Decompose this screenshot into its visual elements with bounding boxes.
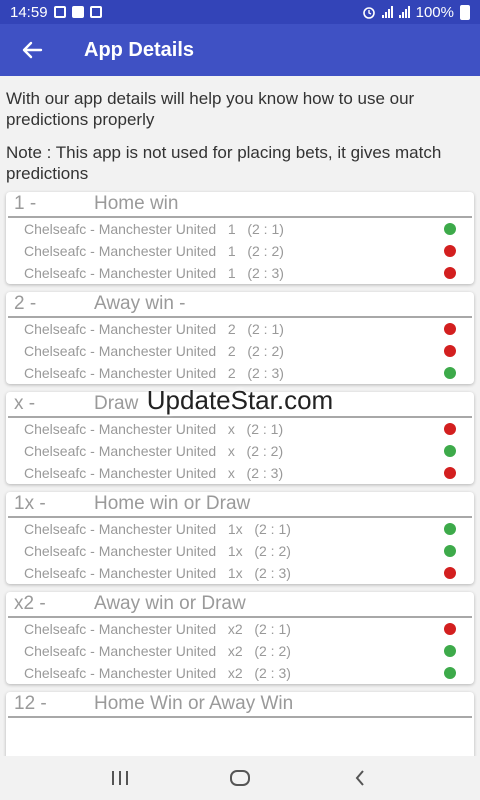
result-status-dot (444, 545, 456, 557)
prediction-row: Chelseafc - Manchester United x2 (2 : 3) (6, 662, 474, 684)
home-button[interactable] (220, 758, 260, 798)
card-code: 1x - (14, 493, 46, 514)
match-prediction-text: Chelseafc - Manchester United 1x (2 : 1) (24, 521, 291, 537)
prediction-row: Chelseafc - Manchester United x (2 : 3) (6, 462, 474, 484)
result-status-dot (444, 245, 456, 257)
prediction-row: Chelseafc - Manchester United x2 (2 : 2) (6, 640, 474, 662)
result-status-dot (444, 567, 456, 579)
prediction-row: Chelseafc - Manchester United 2 (2 : 2) (6, 340, 474, 362)
result-status-dot (444, 523, 456, 535)
card-header: 1x - Home win or Draw (8, 492, 472, 518)
match-prediction-text: Chelseafc - Manchester United 1x (2 : 3) (24, 565, 291, 581)
calendar-notification-icon (89, 6, 102, 18)
prediction-card: 2 - Away win - Chelseafc - Manchester Unit… (6, 292, 474, 384)
system-nav-bar (0, 756, 480, 800)
mail-notification-icon (71, 6, 84, 18)
card-code: 1 - (14, 193, 37, 214)
card-title: Away win or Draw (94, 593, 246, 614)
back-button[interactable] (0, 24, 64, 76)
prediction-card: 1x - Home win or Draw Chelseafc - Manchest… (6, 492, 474, 584)
prediction-row: Chelseafc - Manchester United 2 (2 : 3) (6, 362, 474, 384)
card-title: Home Win or Away Win (94, 693, 294, 714)
prediction-row: Chelseafc - Manchester United 1 (2 : 3) (6, 262, 474, 284)
details-content[interactable]: With our app details will help you know … (0, 76, 480, 756)
prediction-row: Chelseafc - Manchester United x (2 : 1) (6, 418, 474, 440)
signal-1-icon (381, 6, 393, 18)
result-status-dot (444, 445, 456, 457)
card-code: x - (14, 393, 36, 414)
result-status-dot (444, 623, 456, 635)
battery-icon (460, 4, 470, 20)
result-status-dot (444, 345, 456, 357)
match-prediction-text: Chelseafc - Manchester United x (2 : 3) (24, 465, 284, 481)
card-title: Draw (94, 393, 139, 414)
card-header: 1 - Home win (8, 192, 472, 218)
match-prediction-text: Chelseafc - Manchester United x2 (2 : 3) (24, 665, 291, 681)
match-prediction-text: Chelseafc - Manchester United x (2 : 1) (24, 421, 284, 437)
result-status-dot (444, 367, 456, 379)
prediction-row: Chelseafc - Manchester United 1 (2 : 2) (6, 240, 474, 262)
prediction-row: Chelseafc - Manchester United 1x (2 : 1) (6, 518, 474, 540)
status-left: 14:59 (10, 4, 102, 21)
signal-2-icon (398, 6, 410, 18)
match-prediction-text: Chelseafc - Manchester United x2 (2 : 1) (24, 621, 291, 637)
card-code: 2 - (14, 293, 37, 314)
alarm-icon (362, 7, 375, 19)
prediction-card: x2 - Away win or Draw Chelseafc - Manchest… (6, 592, 474, 684)
match-prediction-text: Chelseafc - Manchester United 1x (2 : 2) (24, 543, 291, 559)
result-status-dot (444, 667, 456, 679)
arrow-left-icon (22, 41, 43, 59)
status-time: 14:59 (10, 3, 48, 21)
note-text: Note : This app is not used for placing … (6, 143, 442, 183)
card-header: 2 - Away win - (8, 292, 472, 318)
gallery-notification-icon (53, 6, 66, 18)
status-right: 100% (362, 4, 470, 21)
card-title: Away win - (94, 293, 186, 314)
match-prediction-text: Chelseafc - Manchester United 1 (2 : 3) (24, 265, 284, 281)
prediction-row: Chelseafc - Manchester United x2 (2 : 1) (6, 618, 474, 640)
prediction-row: Chelseafc - Manchester United x (2 : 2) (6, 440, 474, 462)
prediction-card: 12 - Home Win or Away Win (6, 692, 474, 756)
recents-button[interactable] (100, 758, 140, 798)
page-title: App Details (84, 38, 195, 61)
prediction-cards: 1 - Home win Chelseafc - Manchester United… (6, 192, 474, 756)
match-prediction-text: Chelseafc - Manchester United x2 (2 : 2) (24, 643, 291, 659)
result-status-dot (444, 223, 456, 235)
card-title: Home win or Draw (94, 493, 251, 514)
card-code: 12 - (14, 693, 47, 714)
result-status-dot (444, 423, 456, 435)
match-prediction-text: Chelseafc - Manchester United 2 (2 : 3) (24, 365, 284, 381)
card-header: x - Draw (8, 392, 472, 418)
card-header: x2 - Away win or Draw (8, 592, 472, 618)
app-bar: App Details (0, 24, 480, 76)
prediction-row: Chelseafc - Manchester United 1x (2 : 3) (6, 562, 474, 584)
match-prediction-text: Chelseafc - Manchester United 2 (2 : 1) (24, 321, 284, 337)
result-status-dot (444, 645, 456, 657)
card-title: Home win (94, 193, 179, 214)
result-status-dot (444, 267, 456, 279)
home-icon (230, 770, 250, 786)
match-prediction-text: Chelseafc - Manchester United x (2 : 2) (24, 443, 284, 459)
result-status-dot (444, 467, 456, 479)
card-code: x2 - (14, 593, 46, 614)
intro-text: With our app details will help you know … (6, 89, 415, 129)
nav-back-button[interactable] (340, 758, 380, 798)
chevron-left-icon (355, 770, 364, 786)
prediction-row: Chelseafc - Manchester United 1x (2 : 2) (6, 540, 474, 562)
match-prediction-text: Chelseafc - Manchester United 1 (2 : 1) (24, 221, 284, 237)
match-prediction-text: Chelseafc - Manchester United 2 (2 : 2) (24, 343, 284, 359)
recents-icon (112, 771, 128, 785)
prediction-row: Chelseafc - Manchester United 2 (2 : 1) (6, 318, 474, 340)
prediction-row: Chelseafc - Manchester United 1 (2 : 1) (6, 218, 474, 240)
match-prediction-text: Chelseafc - Manchester United 1 (2 : 2) (24, 243, 284, 259)
result-status-dot (444, 323, 456, 335)
prediction-card: x - Draw Chelseafc - Manchester United x (… (6, 392, 474, 484)
status-bar: 14:59 100% (0, 0, 480, 24)
card-header: 12 - Home Win or Away Win (8, 692, 472, 718)
prediction-card: 1 - Home win Chelseafc - Manchester United… (6, 192, 474, 284)
battery-percent: 100% (415, 3, 454, 21)
